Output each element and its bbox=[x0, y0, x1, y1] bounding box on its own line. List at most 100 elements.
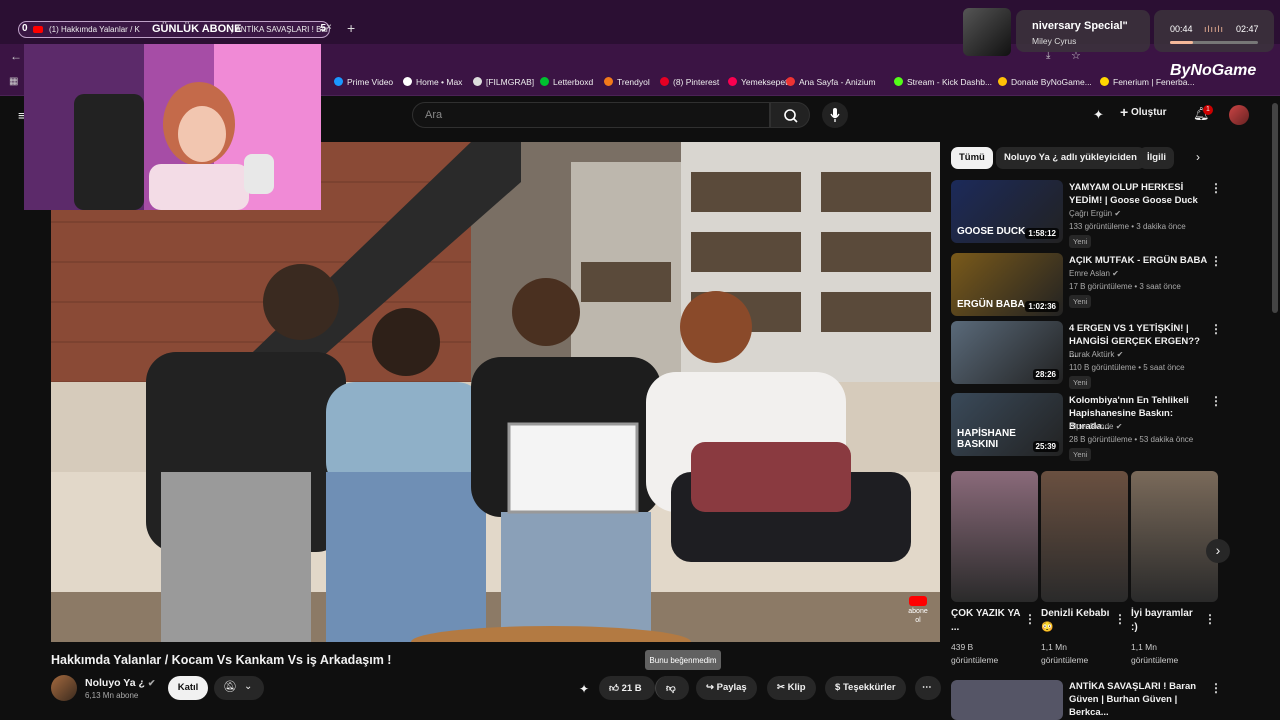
bookmark-item[interactable]: Stream - Kick Dashb... bbox=[894, 77, 992, 87]
browser-tab[interactable]: 0 (1) Hakkımda Yalanlar / K GÜNLÜK ABONE… bbox=[18, 21, 330, 38]
bookmark-item[interactable]: Home • Max bbox=[403, 77, 462, 87]
create-button[interactable]: + Oluştur bbox=[1120, 104, 1167, 120]
last-recommendation-title[interactable]: ANTİKA SAVAŞLARI ! Baran Güven | Burhan … bbox=[1069, 680, 1209, 719]
short-title[interactable]: İyi bayramlar :) bbox=[1131, 607, 1201, 635]
chip-all[interactable]: Tümü bbox=[951, 147, 993, 169]
more-actions-button[interactable]: ⋯ bbox=[915, 676, 941, 700]
short-title[interactable]: ÇOK YAZIK YA ... bbox=[951, 607, 1021, 635]
bookmark-item[interactable]: Letterboxd bbox=[540, 77, 593, 87]
apps-grid-icon[interactable]: ▦ bbox=[9, 76, 18, 87]
bookmark-favicon-icon bbox=[1100, 77, 1109, 86]
bookmark-label: Trendyol bbox=[617, 77, 650, 87]
bookmark-favicon-icon bbox=[998, 77, 1007, 86]
bookmark-item[interactable]: Trendyol bbox=[604, 77, 650, 87]
audio-wave-icon: ılıılı bbox=[1204, 24, 1225, 34]
short-more-options-icon[interactable]: ⋮ bbox=[1204, 612, 1216, 626]
studio-icon[interactable]: ✦ bbox=[1093, 107, 1104, 123]
like-button[interactable]: 👍︎ 21 B bbox=[599, 676, 655, 700]
time-elapsed: 00:44 bbox=[1170, 24, 1193, 34]
bookmark-favicon-icon bbox=[786, 77, 795, 86]
scissors-icon: ✂ bbox=[777, 682, 785, 693]
recommendation-thumbnail[interactable]: HAPİSHANE BASKINI 25:39 bbox=[951, 393, 1063, 456]
short-more-options-icon[interactable]: ⋮ bbox=[1114, 612, 1126, 626]
bookmark-item[interactable]: (8) Pinterest bbox=[660, 77, 719, 87]
thumbnail-text: ERGÜN BABA bbox=[957, 299, 1025, 310]
video-player[interactable]: abone ol bbox=[51, 142, 940, 642]
recommendation-thumbnail[interactable]: ERGÜN BABA 1:02:36 bbox=[951, 253, 1063, 316]
tab-title: (1) Hakkımda Yalanlar / K bbox=[49, 25, 140, 34]
sparkle-icon[interactable]: ✦ bbox=[579, 682, 589, 696]
subscribe-watermark[interactable]: abone ol bbox=[906, 596, 930, 624]
bookmark-favicon-icon bbox=[540, 77, 549, 86]
bookmark-favicon-icon bbox=[334, 77, 343, 86]
tab-close-icon[interactable]: × bbox=[326, 22, 332, 33]
subscriber-count: 6,13 Mn abone bbox=[85, 691, 139, 700]
bookmark-label: [FILMGRAB] bbox=[486, 77, 535, 87]
chip-related[interactable]: İlgili bbox=[1139, 147, 1174, 169]
thanks-button[interactable]: $ Teşekkürler bbox=[825, 676, 906, 700]
channel-name[interactable]: Noluyo Ya ¿ ✔ bbox=[85, 677, 155, 689]
thumbnail-text: HAPİSHANE BASKINI bbox=[957, 428, 1016, 450]
search-button[interactable] bbox=[770, 102, 810, 128]
recommendation-meta: 17 B görüntüleme • 3 saat önce bbox=[1069, 282, 1181, 291]
short-title[interactable]: Denizli Kebabı 😳 bbox=[1041, 607, 1111, 635]
chevron-right-icon[interactable]: › bbox=[1196, 150, 1200, 164]
bookmark-label: Stream - Kick Dashb... bbox=[907, 77, 993, 87]
microphone-icon bbox=[830, 108, 840, 122]
bookmark-item[interactable]: Prime Video bbox=[334, 77, 393, 87]
bookmark-item[interactable]: [FILMGRAB] bbox=[473, 77, 534, 87]
short-views: 1,1 Mn görüntüleme bbox=[1131, 642, 1179, 665]
bookmark-item[interactable]: Ana Sayfa - Anizium bbox=[786, 77, 876, 87]
create-label: Oluştur bbox=[1130, 107, 1167, 118]
user-avatar[interactable] bbox=[1229, 105, 1249, 125]
recommendation-meta: 110 B görüntüleme • 5 saat önce bbox=[1069, 363, 1185, 372]
channel-avatar[interactable] bbox=[51, 675, 77, 701]
bookmark-item[interactable]: Yemeksepeti bbox=[728, 77, 789, 87]
recommendation-channel[interactable]: Alper Rende ✔ bbox=[1069, 422, 1122, 431]
recommendation-channel[interactable]: Çağrı Ergün ✔ bbox=[1069, 209, 1121, 218]
recommendation-thumbnail[interactable]: 28:26 bbox=[951, 321, 1063, 384]
bookmark-item[interactable]: Donate ByNoGame... bbox=[998, 77, 1092, 87]
chip-from-uploader[interactable]: Noluyo Ya ¿ adlı yükleyiciden bbox=[996, 147, 1145, 169]
last-recommendation-menu-icon[interactable]: ⋮ bbox=[1210, 681, 1222, 695]
last-recommendation-thumbnail[interactable] bbox=[951, 680, 1063, 720]
bookmark-label: Ana Sayfa - Anizium bbox=[799, 77, 876, 87]
recommendation-title[interactable]: YAMYAM OLUP HERKESİ YEDİM! | Goose Goose… bbox=[1069, 181, 1209, 207]
bookmark-label: Prime Video bbox=[347, 77, 394, 87]
back-arrow-icon[interactable]: ← bbox=[10, 49, 22, 63]
now-playing-box: niversary Special" Miley Cyrus bbox=[1016, 10, 1150, 52]
clip-button[interactable]: ✂ Klip bbox=[767, 676, 816, 700]
more-options-icon[interactable]: ⋮ bbox=[1210, 322, 1222, 336]
more-options-icon[interactable]: ⋮ bbox=[1210, 394, 1222, 408]
time-total: 02:47 bbox=[1236, 24, 1259, 34]
short-thumbnail[interactable] bbox=[951, 471, 1038, 602]
more-options-icon[interactable]: ⋮ bbox=[1210, 181, 1222, 195]
verified-icon: ✔ bbox=[1114, 350, 1124, 359]
short-thumbnail[interactable] bbox=[1131, 471, 1218, 602]
recommendation-channel[interactable]: Emre Aslan ✔ bbox=[1069, 269, 1119, 278]
recommendation-channel[interactable]: Burak Aktürk ✔ bbox=[1069, 350, 1123, 359]
short-thumbnail[interactable] bbox=[1041, 471, 1128, 602]
bookmark-favicon-icon bbox=[894, 77, 903, 86]
video-frame bbox=[51, 142, 940, 642]
search-input[interactable]: Ara bbox=[412, 102, 770, 128]
dislike-button[interactable]: 👎︎ bbox=[655, 676, 689, 700]
more-options-icon[interactable]: ⋮ bbox=[1210, 254, 1222, 268]
short-more-options-icon[interactable]: ⋮ bbox=[1024, 612, 1036, 626]
shorts-next-button[interactable]: › bbox=[1206, 539, 1230, 563]
new-tab-button[interactable]: + bbox=[347, 20, 355, 36]
voice-search-button[interactable] bbox=[822, 102, 848, 128]
recommendation-thumbnail[interactable]: GOOSE DUCK 1:58:12 bbox=[951, 180, 1063, 243]
subscription-bell-button[interactable]: 🔕︎ ⌄ bbox=[214, 676, 264, 700]
bookmark-label: Donate ByNoGame... bbox=[1011, 77, 1092, 87]
recommendation-meta: 133 görüntüleme • 3 dakika önce bbox=[1069, 222, 1186, 231]
bookmark-favicon-icon bbox=[403, 77, 412, 86]
bookmark-label: Yemeksepeti bbox=[741, 77, 790, 87]
recommendation-title[interactable]: AÇIK MUTFAK - ERGÜN BABA bbox=[1069, 254, 1209, 267]
video-duration: 25:39 bbox=[1032, 441, 1059, 452]
join-button[interactable]: Katıl bbox=[168, 676, 208, 700]
artist-name: Miley Cyrus bbox=[1032, 36, 1077, 46]
new-badge: Yeni bbox=[1069, 448, 1092, 461]
scrollbar[interactable] bbox=[1272, 103, 1278, 313]
share-button[interactable]: ↪ Paylaş bbox=[696, 676, 757, 700]
